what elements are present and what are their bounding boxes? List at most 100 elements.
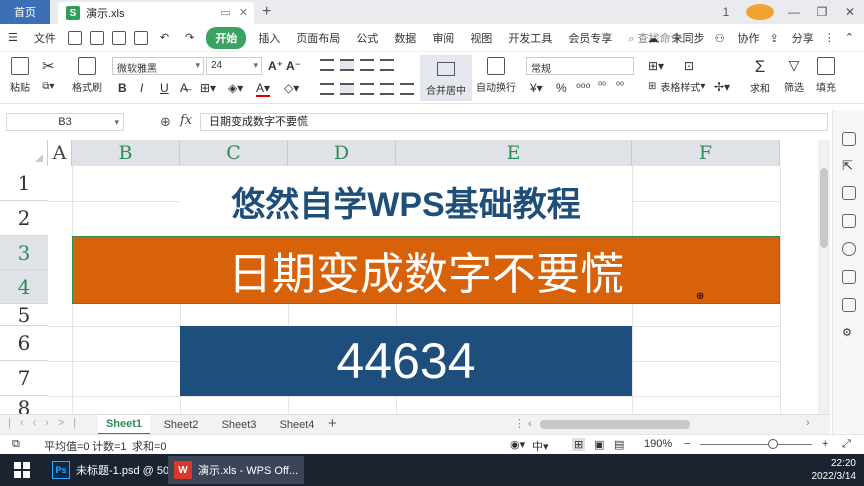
tab-sheet1[interactable]: Sheet1	[98, 415, 150, 435]
hamburger-icon[interactable]: ☰	[0, 31, 26, 44]
save-icon[interactable]	[67, 30, 82, 45]
share-button[interactable]: ⇪ 分享	[770, 30, 814, 46]
minimize-icon[interactable]: —	[780, 5, 808, 19]
horizontal-scroll-thumb[interactable]	[540, 420, 690, 429]
fill-color-icon[interactable]: ◈▾	[228, 81, 243, 95]
sum-button[interactable]: Σ 求和	[750, 57, 770, 95]
close-window-icon[interactable]: ✕	[836, 5, 864, 19]
style-icon[interactable]	[842, 186, 856, 200]
column-header-c[interactable]: C	[180, 140, 288, 166]
title-cell[interactable]: 悠然自学WPS基础教程	[180, 166, 632, 236]
row-header-5[interactable]: 5	[0, 303, 48, 327]
filter-button[interactable]: ▽ 筛选	[784, 57, 804, 94]
avatar[interactable]	[746, 4, 774, 20]
cell-style-icon[interactable]: ⊡	[684, 59, 694, 73]
settings-icon[interactable]: ⚙	[842, 326, 856, 340]
italic-icon[interactable]: I	[140, 81, 143, 95]
row-header-8[interactable]: 8	[0, 396, 48, 414]
column-header-d[interactable]: D	[288, 140, 396, 166]
column-header-e[interactable]: E	[396, 140, 632, 166]
tab-sheet3[interactable]: Sheet3	[214, 415, 264, 435]
scroll-right-icon[interactable]: ›	[806, 417, 810, 429]
fx-icon[interactable]: fx	[180, 113, 192, 128]
print-preview-icon[interactable]	[133, 30, 148, 45]
more-icon[interactable]: ⋮	[824, 31, 835, 44]
export-icon[interactable]	[89, 30, 104, 45]
status-mode-icon[interactable]: ⧉	[12, 438, 20, 451]
justify-icon[interactable]	[380, 83, 394, 95]
tab-start[interactable]: 开始	[206, 26, 247, 49]
recommend-icon[interactable]	[842, 132, 856, 146]
select-all-corner[interactable]	[0, 140, 48, 166]
orientation-icon[interactable]	[380, 59, 394, 71]
align-top-icon[interactable]	[320, 59, 334, 71]
font-color-icon[interactable]: A▾	[256, 81, 271, 97]
window-count-badge[interactable]: 1	[712, 5, 740, 19]
copy-icon[interactable]: ⧉▾	[42, 81, 54, 92]
windows-start-icon[interactable]	[14, 462, 30, 478]
row-header-6[interactable]: 6	[0, 326, 48, 361]
help-icon[interactable]	[842, 242, 856, 256]
formula-input[interactable]: 日期变成数字不要慌	[200, 113, 828, 131]
column-header-a[interactable]: A	[48, 140, 72, 166]
column-header-b[interactable]: B	[72, 140, 180, 166]
scroll-thumb[interactable]	[820, 168, 828, 248]
tab-formulas[interactable]: 公式	[348, 30, 386, 46]
zoom-slider-knob[interactable]	[768, 439, 778, 449]
font-name-select[interactable]: 微软雅黑 ▾	[112, 57, 204, 75]
border-icon[interactable]: ⊞▾	[200, 81, 216, 95]
align-bottom-icon[interactable]	[360, 59, 374, 71]
format-painter-button[interactable]: 格式刷	[72, 57, 102, 94]
page-layout-view-icon[interactable]: ▣	[594, 438, 604, 451]
backup-icon[interactable]	[842, 298, 856, 312]
row-header-1[interactable]: 1	[0, 166, 48, 201]
column-header-f[interactable]: F	[632, 140, 780, 166]
eye-protect-icon[interactable]: ◉▾	[510, 438, 525, 451]
tab-member[interactable]: 会员专享	[560, 30, 620, 46]
zoom-slider[interactable]	[700, 444, 812, 445]
taskbar-photoshop[interactable]: Ps 未标题-1.psd @ 50...	[46, 456, 184, 484]
zoom-out-icon[interactable]: −	[684, 438, 690, 450]
document-tab[interactable]: S 演示.xls ▭ ✕	[58, 2, 254, 24]
collab-button[interactable]: ⚇ 协作	[715, 30, 760, 46]
decrease-font-icon[interactable]: A⁻	[286, 59, 301, 73]
table-icon[interactable]	[842, 214, 856, 228]
bold-button[interactable]: B	[118, 81, 127, 95]
tab-review[interactable]: 审阅	[424, 30, 462, 46]
symbol-icon[interactable]: ✢▾	[714, 80, 730, 94]
row-header-4[interactable]: 4	[0, 270, 48, 304]
new-tab-button[interactable]: +	[262, 3, 271, 21]
tab-page-layout[interactable]: 页面布局	[288, 30, 348, 46]
tab-view[interactable]: 视图	[462, 30, 500, 46]
row-header-2[interactable]: 2	[0, 201, 48, 236]
paste-button[interactable]: 粘贴	[10, 57, 30, 94]
align-right-icon[interactable]	[360, 83, 374, 95]
currency-icon[interactable]: ¥▾	[530, 81, 543, 95]
percent-icon[interactable]: %	[556, 81, 567, 95]
layout-icon[interactable]	[842, 270, 856, 284]
unsync-button[interactable]: ☁ 未同步	[648, 30, 705, 46]
zoom-in-icon[interactable]: +	[822, 438, 828, 450]
decrease-decimal-icon[interactable]: ⁰⁰	[616, 81, 624, 92]
redo-icon[interactable]: ↷	[177, 31, 202, 44]
cursor-tool-icon[interactable]: ⇱	[842, 158, 856, 173]
zoom-search-icon[interactable]: ⊕	[160, 114, 171, 130]
conditional-format-icon[interactable]: ⊞▾	[648, 59, 664, 73]
align-left-icon[interactable]	[320, 83, 334, 95]
tab-developer[interactable]: 开发工具	[500, 30, 560, 46]
font-size-select[interactable]: 24 ▾	[206, 57, 262, 75]
wrap-text-button[interactable]: 自动换行	[476, 57, 516, 94]
tab-sheet4[interactable]: Sheet4	[272, 415, 322, 435]
taskbar-wps[interactable]: W 演示.xls - WPS Off...	[168, 456, 305, 484]
increase-decimal-icon[interactable]: ⁰⁰	[598, 81, 606, 92]
home-tab[interactable]: 首页	[0, 0, 50, 24]
row-header-7[interactable]: 7	[0, 361, 48, 396]
align-center-icon[interactable]	[340, 83, 354, 95]
sheet-nav-icons[interactable]: |‹‹›>|	[8, 417, 85, 429]
zoom-level[interactable]: 190%	[644, 438, 672, 450]
fullscreen-icon[interactable]: ⤢	[842, 438, 851, 451]
tab-close-icon[interactable]: ✕	[239, 6, 248, 19]
tab-more-icon[interactable]: ⋮ ‹	[514, 417, 532, 430]
strikethrough-icon[interactable]: A̶	[180, 81, 188, 95]
tab-float-icon[interactable]: ▭	[220, 6, 230, 19]
